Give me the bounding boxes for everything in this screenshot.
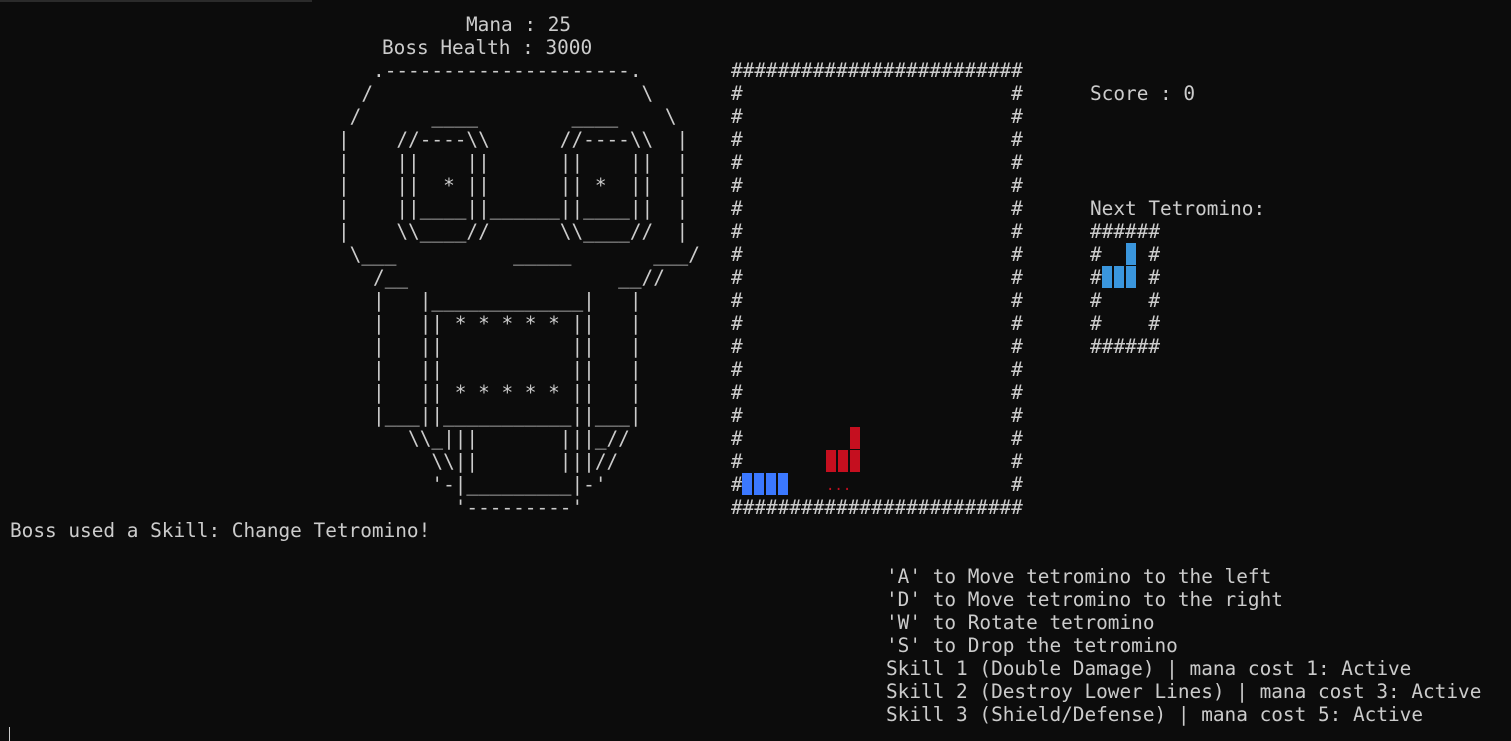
block: [850, 427, 860, 449]
terminal-top-edge: [0, 0, 312, 2]
block: [850, 450, 860, 472]
next-tetromino-label: Next Tetromino:: [1090, 197, 1266, 220]
control-left: 'A' to Move tetromino to the left: [886, 565, 1272, 588]
skill-1-status: Skill 1 (Double Damage) | mana cost 1: A…: [886, 657, 1412, 680]
block: [1102, 266, 1112, 288]
next-tetromino-box: ###### # # # # # # # # ######: [1090, 220, 1161, 358]
terminal-cursor: [9, 727, 10, 741]
control-rotate: 'W' to Rotate tetromino: [886, 611, 1155, 634]
score-readout: Score : 0: [1090, 82, 1196, 105]
block: [778, 473, 788, 495]
mana-readout: Mana : 25: [466, 13, 572, 36]
block: [766, 473, 776, 495]
control-right: 'D' to Move tetromino to the right: [886, 588, 1283, 611]
block: [1126, 243, 1136, 265]
block: [1126, 266, 1136, 288]
block: [838, 450, 848, 472]
boss-ascii-art: .---------------------. / \ / ____ ____ …: [338, 59, 700, 519]
skill-3-status: Skill 3 (Shield/Defense) | mana cost 5: …: [886, 703, 1424, 726]
block: [826, 450, 836, 472]
landing-shadow: ...: [826, 478, 852, 494]
control-drop: 'S' to Drop the tetromino: [886, 634, 1178, 657]
boss-skill-message: Boss used a Skill: Change Tetromino!: [10, 519, 431, 542]
skill-2-status: Skill 2 (Destroy Lower Lines) | mana cos…: [886, 680, 1482, 703]
block: [754, 473, 764, 495]
tetris-board: ######################### # # # # # # # …: [731, 59, 1023, 519]
block: [1114, 266, 1124, 288]
boss-health-readout: Boss Health : 3000: [382, 36, 593, 59]
block: [742, 473, 752, 495]
